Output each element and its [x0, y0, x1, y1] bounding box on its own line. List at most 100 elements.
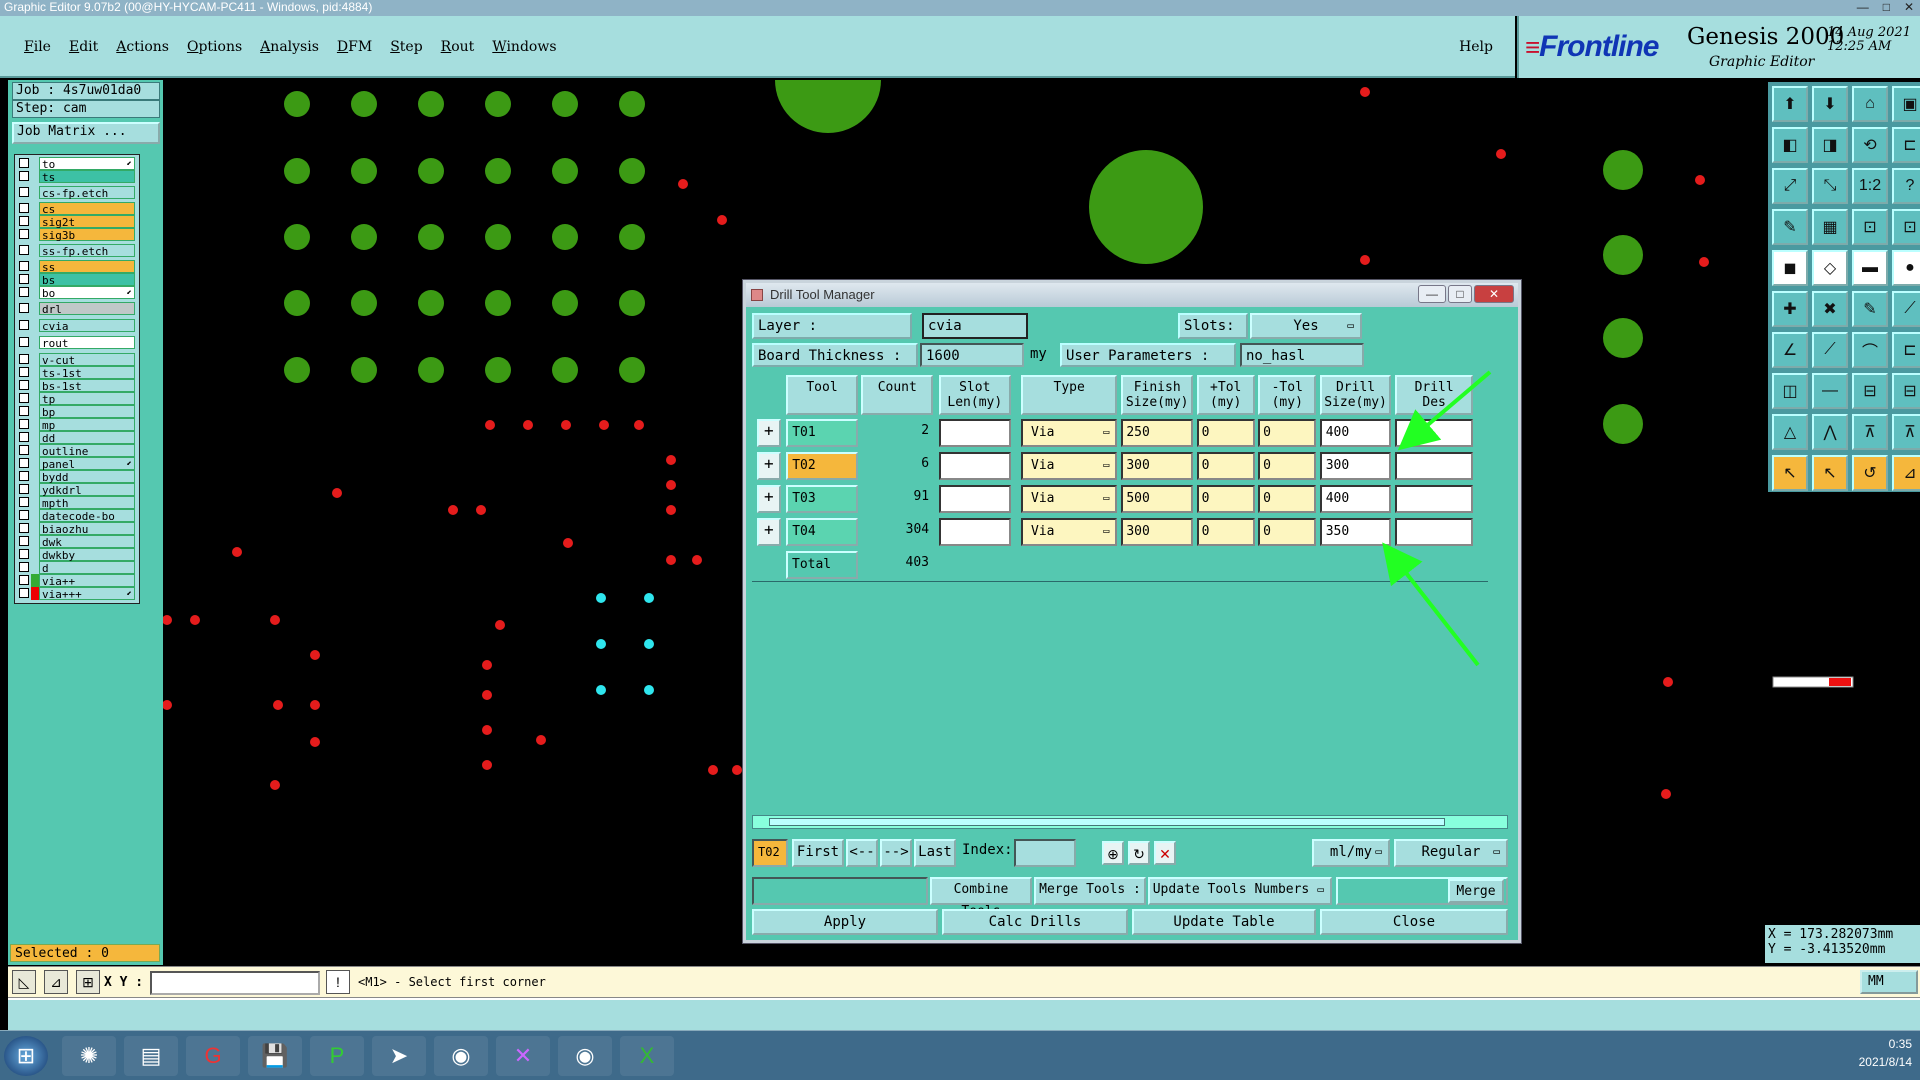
tool-button-icon[interactable]: ◨: [1812, 127, 1848, 163]
minus-tol-input[interactable]: 0: [1258, 452, 1317, 480]
layer-name[interactable]: panel ⬋: [39, 457, 135, 471]
layer-row[interactable]: mpth: [19, 496, 137, 510]
tool-button-icon[interactable]: ⤡: [1812, 168, 1848, 204]
layer-name[interactable]: dd: [39, 431, 135, 445]
layer-name[interactable]: bp: [39, 405, 135, 419]
layer-checkbox[interactable]: [19, 216, 29, 226]
layer-name[interactable]: d: [39, 561, 135, 575]
layer-name[interactable]: ts-1st: [39, 366, 135, 380]
close-window-button[interactable]: ✕: [1904, 0, 1914, 15]
layer-name[interactable]: tp: [39, 392, 135, 406]
layer-row[interactable]: bp: [19, 405, 137, 419]
app-g-icon[interactable]: G: [186, 1036, 240, 1076]
minus-tol-input[interactable]: 0: [1258, 485, 1317, 513]
tool-button-icon[interactable]: —: [1812, 373, 1848, 409]
drill-size-input[interactable]: 400: [1319, 419, 1392, 447]
layer-checkbox[interactable]: [19, 337, 29, 347]
layer-checkbox[interactable]: [19, 303, 29, 313]
calc-drills-button[interactable]: Calc Drills: [942, 909, 1128, 935]
layer-checkbox[interactable]: [19, 536, 29, 546]
tool-button-icon[interactable]: ⊏: [1892, 127, 1920, 163]
layer-row[interactable]: cs: [19, 202, 137, 216]
tool-button-icon[interactable]: ⬆: [1772, 86, 1808, 122]
layer-row[interactable]: to ⬋: [19, 157, 137, 171]
grid-icon[interactable]: ⊞: [76, 970, 100, 994]
layer-row[interactable]: bydd: [19, 470, 137, 484]
layer-checkbox[interactable]: [19, 287, 29, 297]
layer-name[interactable]: bs-1st: [39, 379, 135, 393]
tool-button-icon[interactable]: ◼: [1772, 250, 1808, 286]
dialog-close-icon[interactable]: ✕: [1474, 285, 1514, 303]
finish-size-input[interactable]: 300: [1121, 518, 1194, 546]
layer-checkbox[interactable]: [19, 354, 29, 364]
layer-row[interactable]: ts-1st: [19, 366, 137, 380]
layer-row[interactable]: via+++ ⬋: [19, 587, 137, 601]
layer-row[interactable]: sig3b: [19, 228, 137, 242]
layer-row[interactable]: rout: [19, 336, 137, 350]
tool-button-icon[interactable]: △: [1772, 414, 1808, 450]
dialog-maximize-button[interactable]: □: [1448, 285, 1472, 303]
layer-checkbox[interactable]: [19, 274, 29, 284]
tool-button-icon[interactable]: ↖: [1812, 455, 1848, 491]
layer-checkbox[interactable]: [19, 158, 29, 168]
finish-size-input[interactable]: 300: [1121, 452, 1194, 480]
layer-row[interactable]: ss: [19, 260, 137, 274]
mode-dropdown[interactable]: Regular: [1394, 839, 1508, 867]
layer-row[interactable]: bo ⬋: [19, 286, 137, 300]
layer-checkbox[interactable]: [19, 245, 29, 255]
maximize-button[interactable]: □: [1883, 0, 1890, 15]
layer-name[interactable]: mpth: [39, 496, 135, 510]
layer-checkbox[interactable]: [19, 367, 29, 377]
refresh-icon[interactable]: ↻: [1128, 841, 1150, 865]
layer-row[interactable]: drl: [19, 302, 137, 316]
apply-button[interactable]: Apply: [752, 909, 938, 935]
drill-size-input[interactable]: 350: [1319, 518, 1392, 546]
plus-tol-input[interactable]: 0: [1196, 485, 1255, 513]
layer-row[interactable]: cs-fp.etch: [19, 186, 137, 200]
layer-name[interactable]: ts: [39, 170, 135, 184]
finish-size-input[interactable]: 500: [1121, 485, 1194, 513]
layer-row[interactable]: tp: [19, 392, 137, 406]
layer-row[interactable]: dd: [19, 431, 137, 445]
layer-checkbox[interactable]: [19, 419, 29, 429]
tool-button-icon[interactable]: 1:2: [1852, 168, 1888, 204]
slot-length-input[interactable]: [938, 419, 1011, 447]
layer-checkbox[interactable]: [19, 562, 29, 572]
drill-des-input[interactable]: [1394, 485, 1474, 513]
notepad-icon[interactable]: ▤: [124, 1036, 178, 1076]
type-dropdown[interactable]: Via: [1021, 452, 1118, 480]
close-button[interactable]: Close: [1320, 909, 1508, 935]
layer-checkbox[interactable]: [19, 393, 29, 403]
prev-button[interactable]: <--: [846, 839, 878, 867]
tool-button-icon[interactable]: ⊟: [1852, 373, 1888, 409]
alert-icon[interactable]: !: [326, 970, 350, 994]
menu-step[interactable]: Step: [390, 39, 422, 55]
layer-name[interactable]: via++: [39, 574, 135, 588]
x-app-icon[interactable]: ✕: [496, 1036, 550, 1076]
layer-checkbox[interactable]: [19, 575, 29, 585]
layer-name[interactable]: cs-fp.etch: [39, 186, 135, 200]
expand-row-button[interactable]: +: [756, 518, 782, 546]
tool-button-icon[interactable]: ●: [1892, 250, 1920, 286]
update-table-button[interactable]: Update Table: [1132, 909, 1316, 935]
layer-checkbox[interactable]: [19, 380, 29, 390]
layer-name[interactable]: cvia: [39, 319, 135, 333]
start-icon[interactable]: ⊞: [4, 1036, 48, 1076]
layer-checkbox[interactable]: [19, 484, 29, 494]
layer-row[interactable]: mp: [19, 418, 137, 432]
layer-row[interactable]: bs: [19, 273, 137, 287]
tool-button-icon[interactable]: ✖: [1812, 291, 1848, 327]
menu-actions[interactable]: Actions: [116, 39, 169, 55]
drill-des-input[interactable]: [1394, 518, 1474, 546]
measure-icon[interactable]: ⊿: [44, 970, 68, 994]
expand-row-button[interactable]: +: [756, 452, 782, 480]
layer-row[interactable]: d: [19, 561, 137, 575]
feather-icon[interactable]: ➤: [372, 1036, 426, 1076]
layer-name[interactable]: rout: [39, 336, 135, 350]
drill-des-input[interactable]: [1394, 419, 1474, 447]
job-matrix-button[interactable]: Job Matrix ...: [12, 122, 160, 144]
layer-row[interactable]: biaozhu: [19, 522, 137, 536]
dialog-minimize-button[interactable]: —: [1418, 285, 1446, 303]
minimize-button[interactable]: —: [1857, 0, 1869, 15]
tool-button-icon[interactable]: ⋀: [1812, 414, 1848, 450]
